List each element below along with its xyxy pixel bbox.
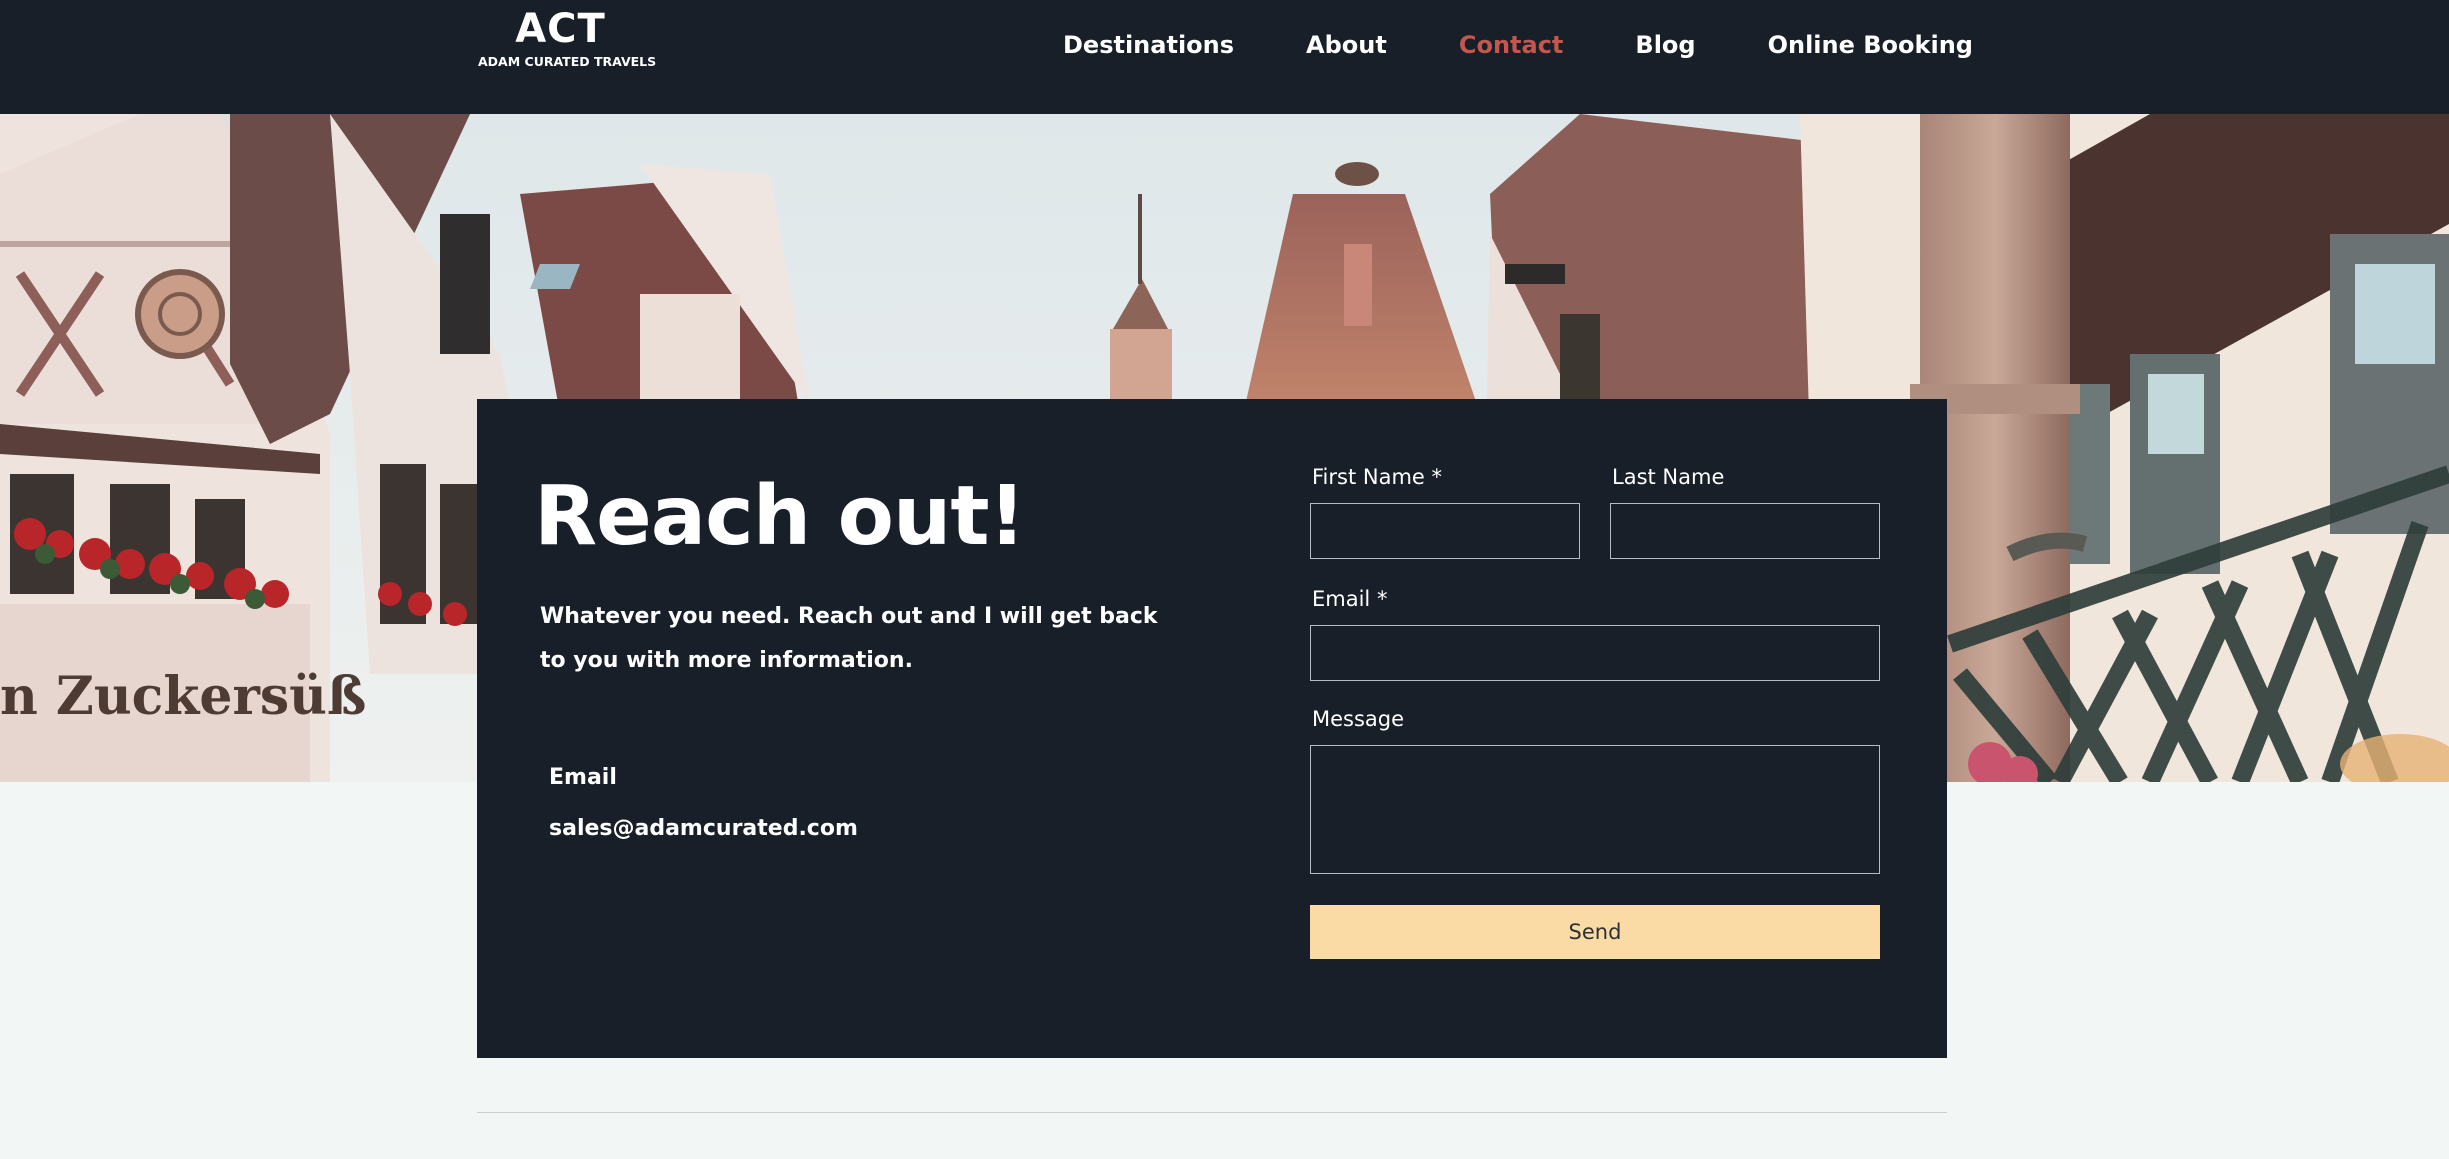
site-header: ACT ADAM CURATED TRAVELS Destinations Ab…: [0, 0, 2449, 114]
logo-mark: ACT: [515, 6, 606, 52]
email-field[interactable]: [1310, 625, 1880, 681]
nav-item-about[interactable]: About: [1306, 26, 1387, 66]
shop-sign-text: n Zuckersüß: [0, 666, 366, 727]
email-address-link[interactable]: sales@adamcurated.com: [549, 814, 858, 844]
nav-item-blog[interactable]: Blog: [1635, 26, 1695, 66]
email-label: Email: [549, 765, 617, 790]
contact-card: Reach out! Whatever you need. Reach out …: [477, 399, 1947, 1058]
last-name-field[interactable]: [1610, 503, 1880, 559]
nav-item-online-booking[interactable]: Online Booking: [1768, 26, 1973, 66]
email-field-label: Email *: [1312, 587, 1388, 611]
page-title: Reach out!: [534, 469, 1026, 564]
first-name-field[interactable]: [1310, 503, 1580, 559]
footer-divider: [477, 1112, 1947, 1113]
main-nav: Destinations About Contact Blog Online B…: [1063, 26, 1973, 66]
nav-item-contact[interactable]: Contact: [1459, 26, 1564, 66]
send-button[interactable]: Send: [1310, 905, 1880, 959]
message-label: Message: [1312, 707, 1405, 731]
message-field[interactable]: [1310, 745, 1880, 874]
intro-text: Whatever you need. Reach out and I will …: [540, 604, 1158, 673]
logo[interactable]: ACT ADAM CURATED TRAVELS: [478, 6, 657, 82]
first-name-label: First Name *: [1312, 465, 1442, 489]
nav-item-destinations[interactable]: Destinations: [1063, 26, 1234, 66]
logo-tagline: ADAM CURATED TRAVELS: [478, 54, 657, 69]
last-name-label: Last Name: [1612, 465, 1725, 489]
